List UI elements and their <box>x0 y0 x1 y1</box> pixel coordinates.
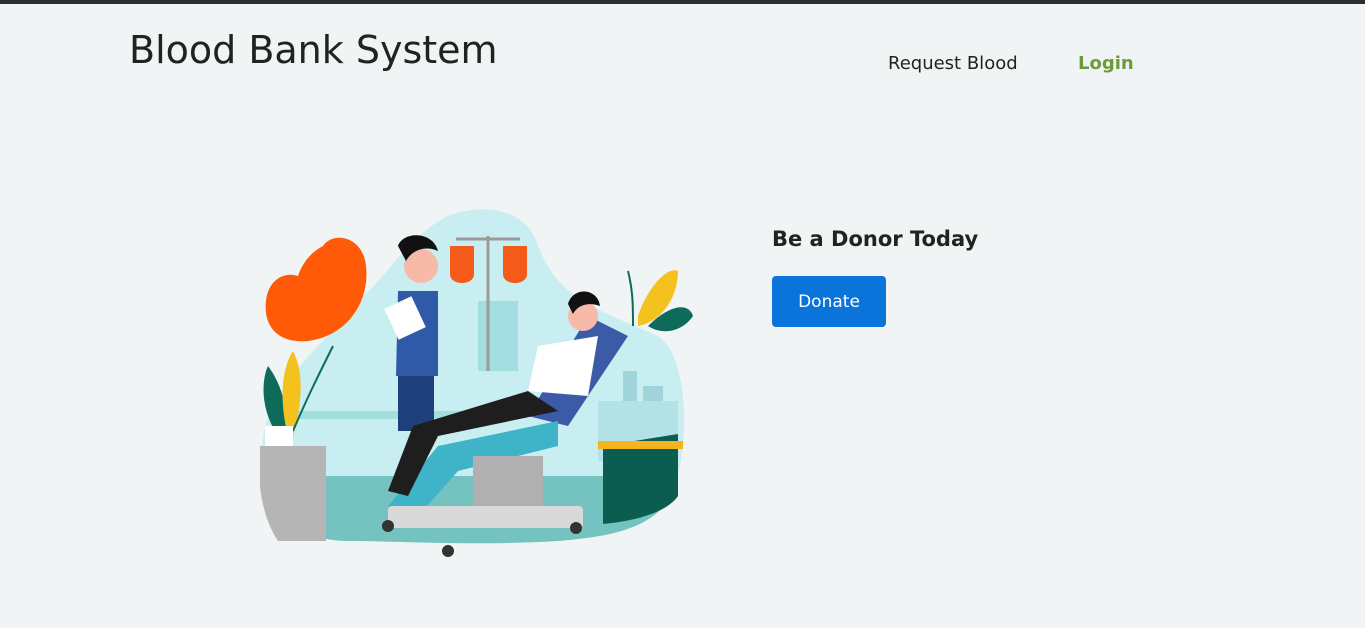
donor-heading: Be a Donor Today <box>772 227 979 251</box>
chair-wheel-3 <box>382 520 394 532</box>
chair-wheel-2 <box>570 522 582 534</box>
donate-button[interactable]: Donate <box>772 276 886 327</box>
blood-bag-2 <box>503 246 527 283</box>
side-table <box>260 446 326 541</box>
chair-wheel-1 <box>442 545 454 557</box>
chair-footplate <box>388 506 583 528</box>
monitor-handle <box>598 441 683 449</box>
plant-right-stem <box>627 270 634 327</box>
top-border <box>0 0 1365 4</box>
nav-login-link[interactable]: Login <box>1078 53 1134 74</box>
blood-bag-1 <box>450 246 474 283</box>
window-panel <box>478 301 518 371</box>
site-title: Blood Bank System <box>129 28 498 72</box>
blood-donation-illustration <box>260 209 693 557</box>
nav-request-blood-link[interactable]: Request Blood <box>888 53 1018 74</box>
